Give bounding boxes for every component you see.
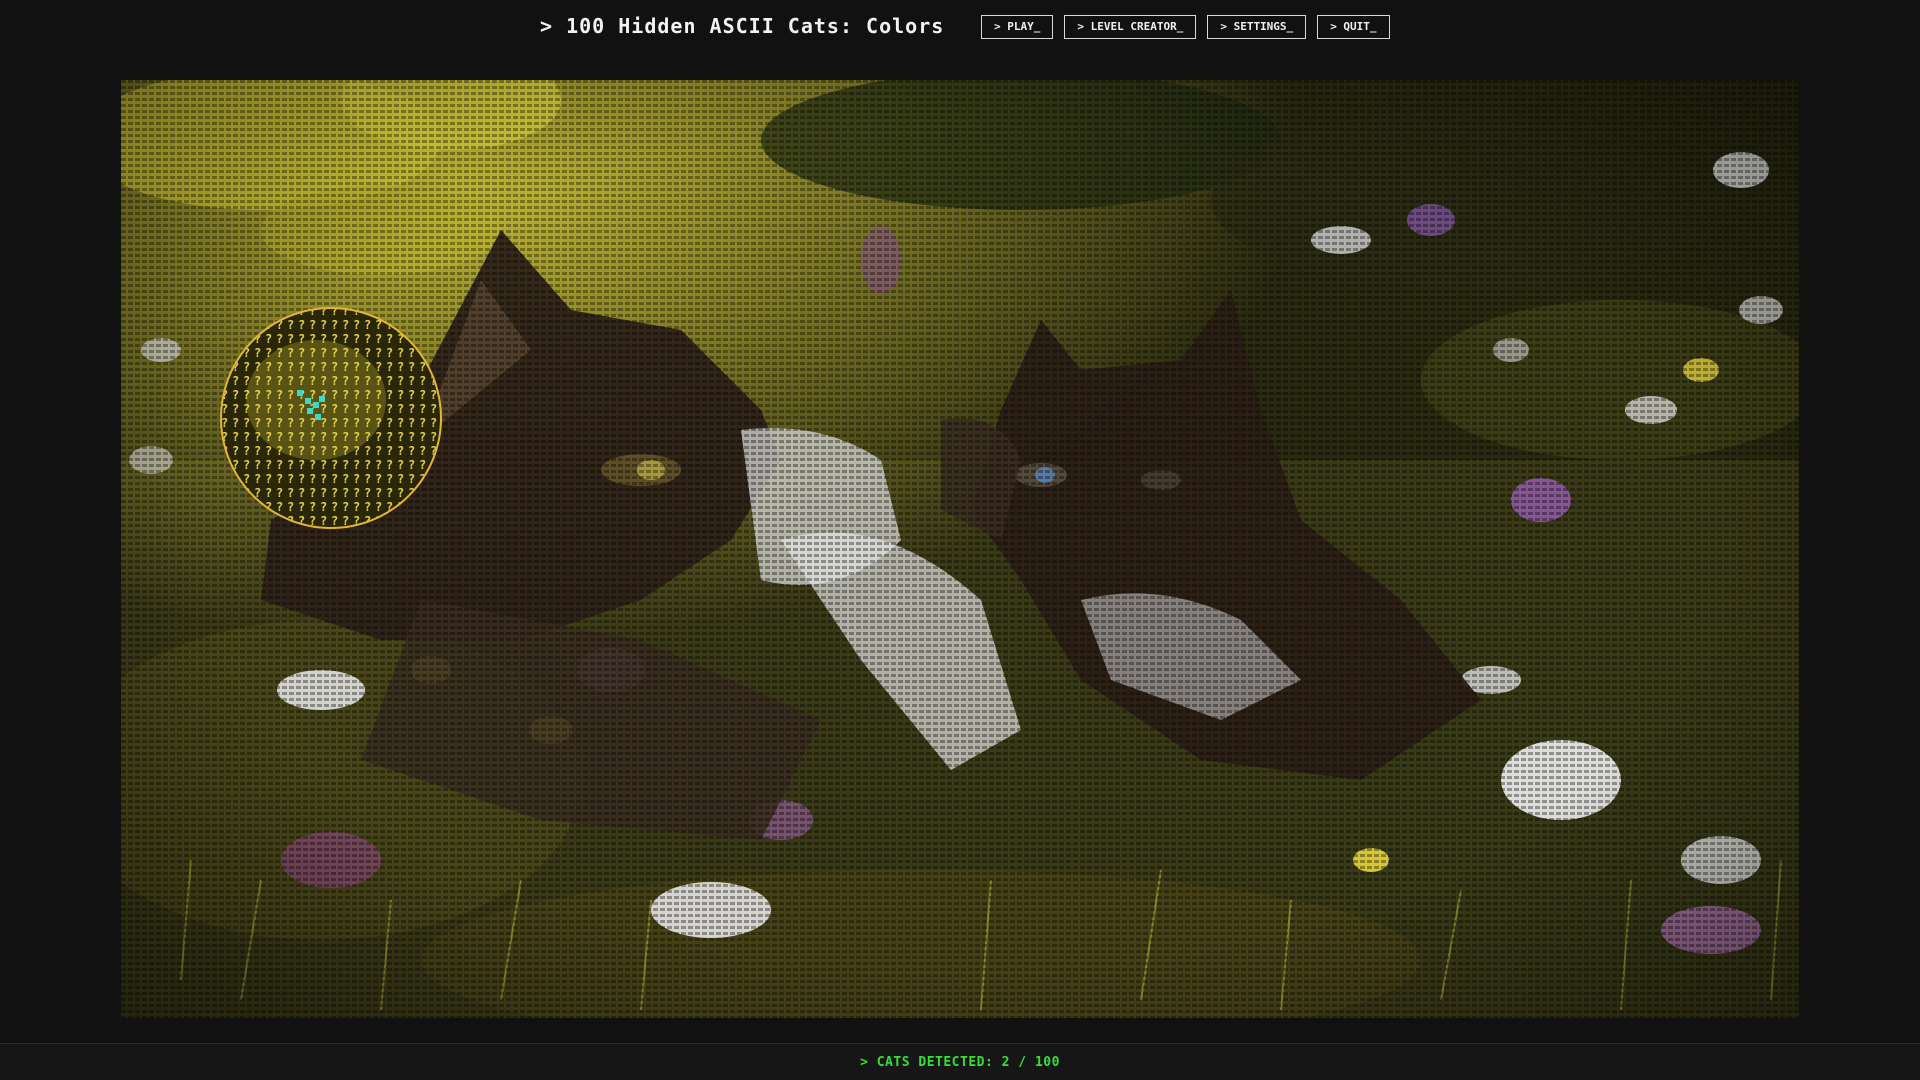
quit-button[interactable]: > QUIT_	[1317, 15, 1390, 39]
magnifier-lens	[220, 307, 442, 529]
status-bar: > CATS DETECTED: 2 / 100	[0, 1043, 1920, 1080]
game-screen: > 100 Hidden ASCII Cats: Colors > PLAY_ …	[0, 0, 1920, 1080]
settings-button[interactable]: > SETTINGS_	[1207, 15, 1307, 39]
ascii-scene-svg: ?	[121, 80, 1799, 1018]
main-menu: > PLAY_ > LEVEL CREATOR_ > SETTINGS_ > Q…	[981, 15, 1390, 39]
play-button[interactable]: > PLAY_	[981, 15, 1054, 39]
game-title: > 100 Hidden ASCII Cats: Colors	[540, 14, 945, 38]
ascii-scene-canvas[interactable]: ?	[121, 80, 1799, 1018]
level-creator-button[interactable]: > LEVEL CREATOR_	[1064, 15, 1197, 39]
top-bar: > 100 Hidden ASCII Cats: Colors > PLAY_ …	[0, 0, 1920, 58]
cats-detected-counter: > CATS DETECTED: 2 / 100	[860, 1055, 1060, 1070]
vignette	[121, 80, 1799, 1018]
